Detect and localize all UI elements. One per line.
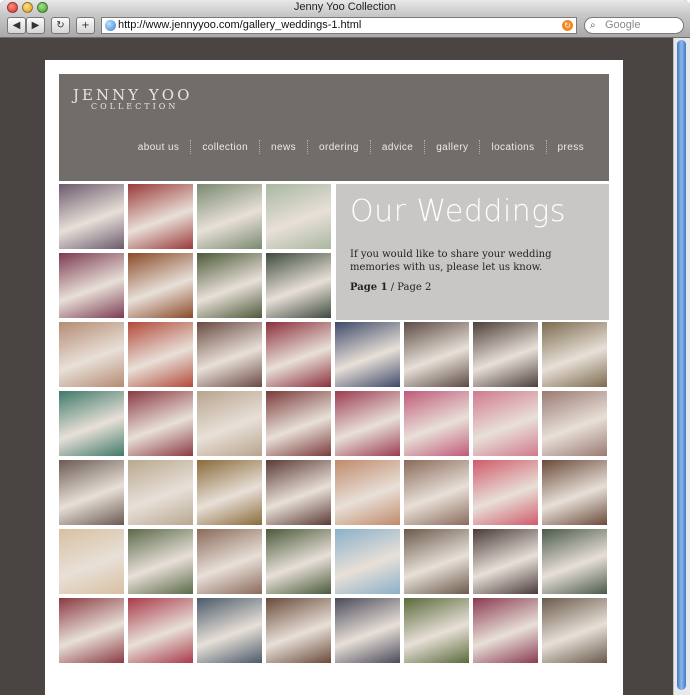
search-placeholder: Google (605, 19, 641, 31)
gallery-photo[interactable] (128, 529, 193, 594)
window-controls (7, 2, 48, 13)
web-page: JENNY YOO COLLECTION about us collection… (45, 60, 623, 695)
gallery-photo[interactable] (59, 253, 124, 318)
gallery-photo[interactable] (542, 529, 607, 594)
title-bar: Jenny Yoo Collection (0, 0, 690, 14)
gallery-photo[interactable] (197, 529, 262, 594)
gallery-photo[interactable] (197, 322, 262, 387)
nav-news[interactable]: news (260, 142, 307, 153)
weddings-panel: Our Weddings If you would like to share … (336, 184, 609, 320)
gallery-photo[interactable] (542, 391, 607, 456)
gallery-photo[interactable] (59, 322, 124, 387)
gallery-photo[interactable] (404, 391, 469, 456)
nav-press[interactable]: press (547, 142, 595, 153)
logo-subtitle: COLLECTION (91, 102, 179, 111)
gallery-photo[interactable] (266, 322, 331, 387)
close-window-button[interactable] (7, 2, 18, 13)
reload-button[interactable]: ↻ (51, 17, 70, 34)
gallery-photo[interactable] (542, 322, 607, 387)
url-text: http://www.jennyyoo.com/gallery_weddings… (118, 19, 362, 31)
gallery-photo[interactable] (266, 253, 331, 318)
nav-about-us[interactable]: about us (127, 142, 191, 153)
search-field[interactable]: ⌕ Google (584, 17, 684, 34)
gallery-photo[interactable] (266, 391, 331, 456)
back-button[interactable]: ◀ (7, 17, 26, 34)
gallery-photo[interactable] (335, 391, 400, 456)
page-title: Our Weddings (350, 194, 566, 229)
gallery-photo[interactable] (128, 253, 193, 318)
gallery-photo[interactable] (128, 460, 193, 525)
nav-collection[interactable]: collection (191, 142, 259, 153)
page-separator: / (390, 282, 395, 293)
gallery-photo[interactable] (128, 391, 193, 456)
gallery-photo[interactable] (404, 460, 469, 525)
nav-gallery[interactable]: gallery (425, 142, 479, 153)
gallery-photo[interactable] (266, 529, 331, 594)
window-title: Jenny Yoo Collection (293, 1, 397, 13)
gallery-photo[interactable] (59, 460, 124, 525)
site-header: JENNY YOO COLLECTION about us collection… (59, 74, 609, 181)
gallery-photo[interactable] (404, 598, 469, 663)
gallery-photo[interactable] (473, 598, 538, 663)
minimize-window-button[interactable] (22, 2, 33, 13)
gallery-photo[interactable] (59, 598, 124, 663)
globe-icon (105, 20, 116, 31)
gallery-photo[interactable] (266, 598, 331, 663)
gallery-photo[interactable] (542, 598, 607, 663)
vertical-scrollbar[interactable] (673, 38, 690, 695)
scrollbar-thumb[interactable] (677, 40, 686, 690)
add-bookmark-button[interactable]: + (76, 17, 95, 34)
zoom-window-button[interactable] (37, 2, 48, 13)
address-bar[interactable]: http://www.jennyyoo.com/gallery_weddings… (101, 17, 577, 34)
gallery-photo[interactable] (542, 460, 607, 525)
site-logo[interactable]: JENNY YOO COLLECTION (73, 86, 192, 111)
gallery-photo[interactable] (197, 460, 262, 525)
gallery-photo[interactable] (404, 529, 469, 594)
gallery-photo[interactable] (128, 184, 193, 249)
nav-ordering[interactable]: ordering (308, 142, 370, 153)
browser-toolbar: ◀ ▶ ↻ + http://www.jennyyoo.com/gallery_… (0, 14, 690, 38)
gallery-photo[interactable] (59, 529, 124, 594)
page-2-link[interactable]: Page 2 (397, 282, 431, 293)
page-1-link[interactable]: Page 1 (350, 282, 388, 293)
gallery-photo[interactable] (335, 529, 400, 594)
gallery-photo[interactable] (266, 184, 331, 249)
pagination: Page 1 / Page 2 (350, 282, 431, 293)
main-nav: about us collection news ordering advice… (127, 140, 595, 154)
gallery-photo[interactable] (473, 322, 538, 387)
gallery-photo[interactable] (404, 322, 469, 387)
share-memories-text: If you would like to share your wedding … (350, 249, 552, 273)
gallery-photo[interactable] (197, 253, 262, 318)
gallery-photo[interactable] (59, 184, 124, 249)
rss-icon[interactable]: ↻ (562, 20, 573, 31)
forward-button[interactable]: ▶ (26, 17, 45, 34)
search-icon: ⌕ (590, 20, 596, 31)
gallery-photo[interactable] (335, 322, 400, 387)
browser-window: Jenny Yoo Collection ◀ ▶ ↻ + http://www.… (0, 0, 690, 695)
gallery-photo[interactable] (473, 460, 538, 525)
gallery-photo[interactable] (473, 391, 538, 456)
gallery-photo[interactable] (266, 460, 331, 525)
gallery-photo[interactable] (197, 184, 262, 249)
gallery-photo[interactable] (473, 529, 538, 594)
gallery-photo[interactable] (197, 391, 262, 456)
nav-locations[interactable]: locations (480, 142, 545, 153)
gallery-photo[interactable] (335, 598, 400, 663)
gallery-photo[interactable] (59, 391, 124, 456)
gallery-photo[interactable] (335, 460, 400, 525)
gallery-photo[interactable] (128, 322, 193, 387)
gallery-photo[interactable] (128, 598, 193, 663)
nav-advice[interactable]: advice (371, 142, 424, 153)
gallery-photo[interactable] (197, 598, 262, 663)
